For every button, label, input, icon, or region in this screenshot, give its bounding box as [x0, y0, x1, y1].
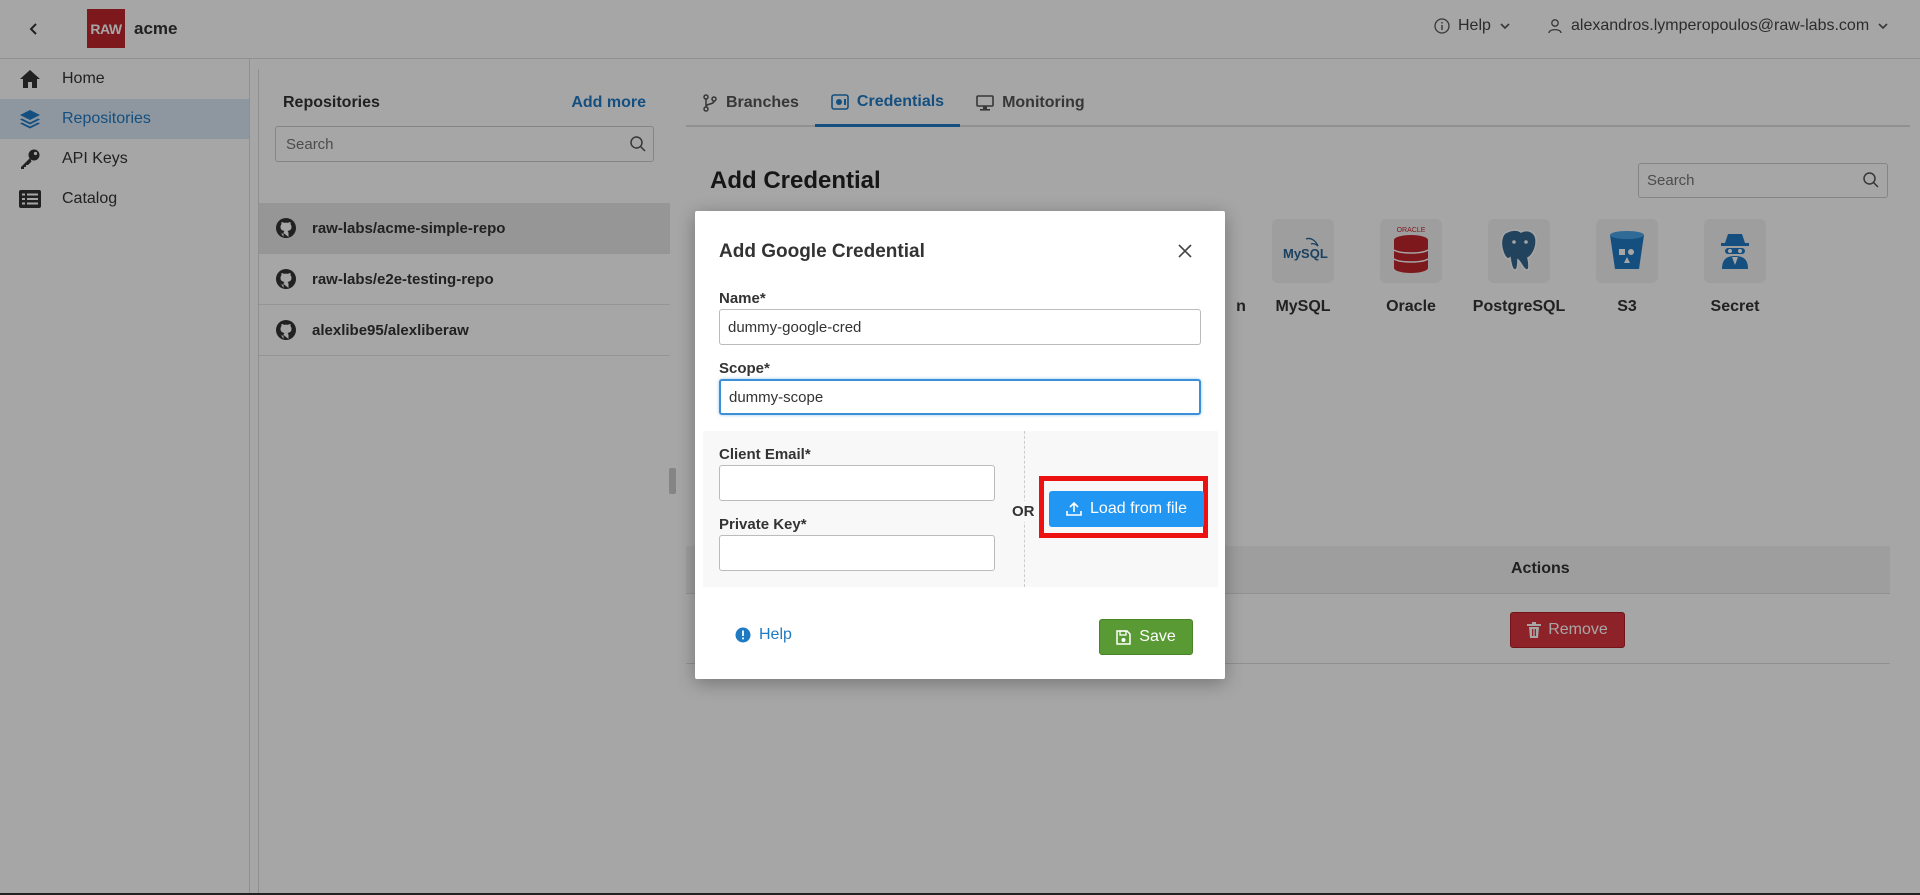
load-from-file-button[interactable]: Load from file [1049, 491, 1204, 527]
client-email-label: Client Email* [719, 446, 811, 463]
upload-icon [1066, 501, 1082, 516]
save-icon [1116, 629, 1132, 645]
help-link[interactable]: Help [735, 626, 792, 644]
close-button[interactable] [1175, 241, 1195, 261]
close-icon [1178, 244, 1192, 258]
save-button[interactable]: Save [1099, 619, 1193, 655]
info-circle-icon [735, 627, 751, 643]
load-from-file-label: Load from file [1090, 500, 1187, 517]
add-google-credential-dialog: Add Google Credential Name* Scope* Clien… [695, 211, 1225, 679]
save-button-label: Save [1139, 628, 1176, 645]
or-separator: OR [1012, 501, 1035, 522]
client-email-input[interactable] [719, 465, 995, 501]
dialog-title: Add Google Credential [719, 241, 925, 262]
private-key-label: Private Key* [719, 516, 807, 533]
scope-label: Scope* [719, 360, 770, 377]
help-link-label: Help [759, 626, 792, 643]
name-label: Name* [719, 290, 766, 307]
name-input[interactable] [719, 309, 1201, 345]
private-key-input[interactable] [719, 535, 995, 571]
scope-input[interactable] [719, 379, 1201, 415]
